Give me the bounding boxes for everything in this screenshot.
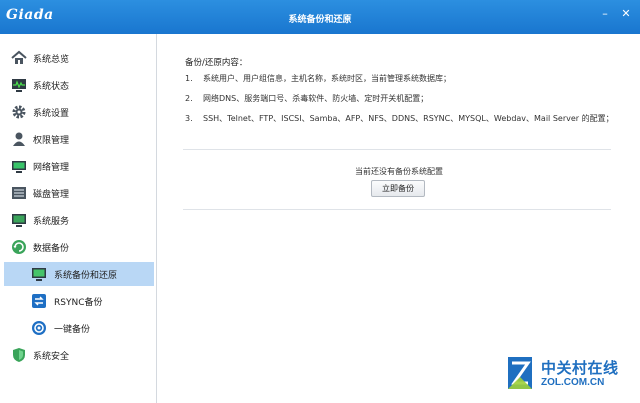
sidebar-item-label: 权限管理 — [33, 135, 70, 146]
divider — [183, 149, 611, 150]
backup-now-button[interactable]: 立即备份 — [371, 180, 425, 197]
window-title: 系统备份和还原 — [288, 15, 352, 25]
sidebar-item-settings[interactable]: 系统设置 — [0, 100, 157, 124]
sidebar-item-label: 磁盘管理 — [33, 189, 70, 200]
sidebar-item-label: 系统安全 — [33, 351, 70, 362]
sidebar-item-label: 网络管理 — [33, 162, 70, 173]
sidebar-item-label: 数据备份 — [33, 243, 70, 254]
user-icon — [11, 131, 27, 147]
sidebar-item-label: 系统设置 — [33, 108, 70, 119]
list-item: 3. SSH、Telnet、FTP、ISCSI、Samba、AFP、NFS、DDN… — [185, 114, 614, 123]
shield-icon — [11, 347, 27, 363]
disk-icon — [11, 185, 27, 201]
section-heading: 备份/还原内容： — [185, 58, 248, 68]
gear-icon — [11, 104, 27, 120]
watermark-en: ZOL.COM.CN — [541, 377, 605, 388]
sidebar-item-security[interactable]: 系统安全 — [0, 343, 157, 367]
list-item: 2. 网络DNS、服务端口号、杀毒软件、防火墙、定时开关机配置； — [185, 94, 429, 103]
network-icon — [11, 158, 27, 174]
sidebar-item-services[interactable]: 系统服务 — [0, 208, 157, 232]
home-icon — [11, 50, 27, 66]
sidebar-item-label: 一键备份 — [54, 324, 91, 335]
system-backup-icon — [31, 266, 47, 282]
backup-content-list: 1. 系统用户、用户组信息，主机名称，系统时区，当前管理系统数据库； 2. 网络DN… — [185, 72, 625, 132]
list-item: 1. 系统用户、用户组信息，主机名称，系统时区，当前管理系统数据库； — [185, 74, 451, 83]
sidebar-item-status[interactable]: 系统状态 — [0, 73, 157, 97]
sidebar-item-one-key-backup[interactable]: 一键备份 — [0, 316, 157, 340]
sidebar-item-system-backup[interactable]: 系统备份和还原 — [4, 262, 154, 286]
sidebar-item-disk[interactable]: 磁盘管理 — [0, 181, 157, 205]
sidebar-item-overview[interactable]: 系统总览 — [0, 46, 157, 70]
backup-icon — [11, 239, 27, 255]
sidebar: 系统总览 系统状态 系统设置 权限管理 网络管理 磁盘管理 系统服务 数据备份 … — [0, 34, 157, 403]
monitor-pulse-icon — [11, 77, 27, 93]
sidebar-item-permissions[interactable]: 权限管理 — [0, 127, 157, 151]
sidebar-item-label: 系统服务 — [33, 216, 70, 227]
close-button[interactable]: ✕ — [618, 8, 634, 20]
watermark-cn: 中关村在线 — [541, 359, 619, 377]
sidebar-item-label: RSYNC备份 — [54, 297, 103, 308]
service-icon — [11, 212, 27, 228]
rsync-icon — [31, 293, 47, 309]
sidebar-item-data-backup[interactable]: 数据备份 — [0, 235, 157, 259]
title-bar: Giada 系统备份和还原 – ✕ — [0, 0, 640, 34]
sidebar-item-label: 系统总览 — [33, 54, 70, 65]
divider — [183, 209, 611, 210]
sidebar-item-rsync-backup[interactable]: RSYNC备份 — [0, 289, 157, 313]
minimize-button[interactable]: – — [597, 8, 613, 20]
sidebar-item-label: 系统备份和还原 — [54, 270, 118, 281]
zol-logo-icon — [504, 353, 536, 393]
sidebar-item-network[interactable]: 网络管理 — [0, 154, 157, 178]
main-content: 备份/还原内容： 1. 系统用户、用户组信息，主机名称，系统时区，当前管理系统数据… — [158, 34, 640, 403]
sidebar-item-label: 系统状态 — [33, 81, 70, 92]
backup-status-text: 当前还没有备份系统配置 — [355, 167, 443, 176]
one-key-backup-icon — [31, 320, 47, 336]
